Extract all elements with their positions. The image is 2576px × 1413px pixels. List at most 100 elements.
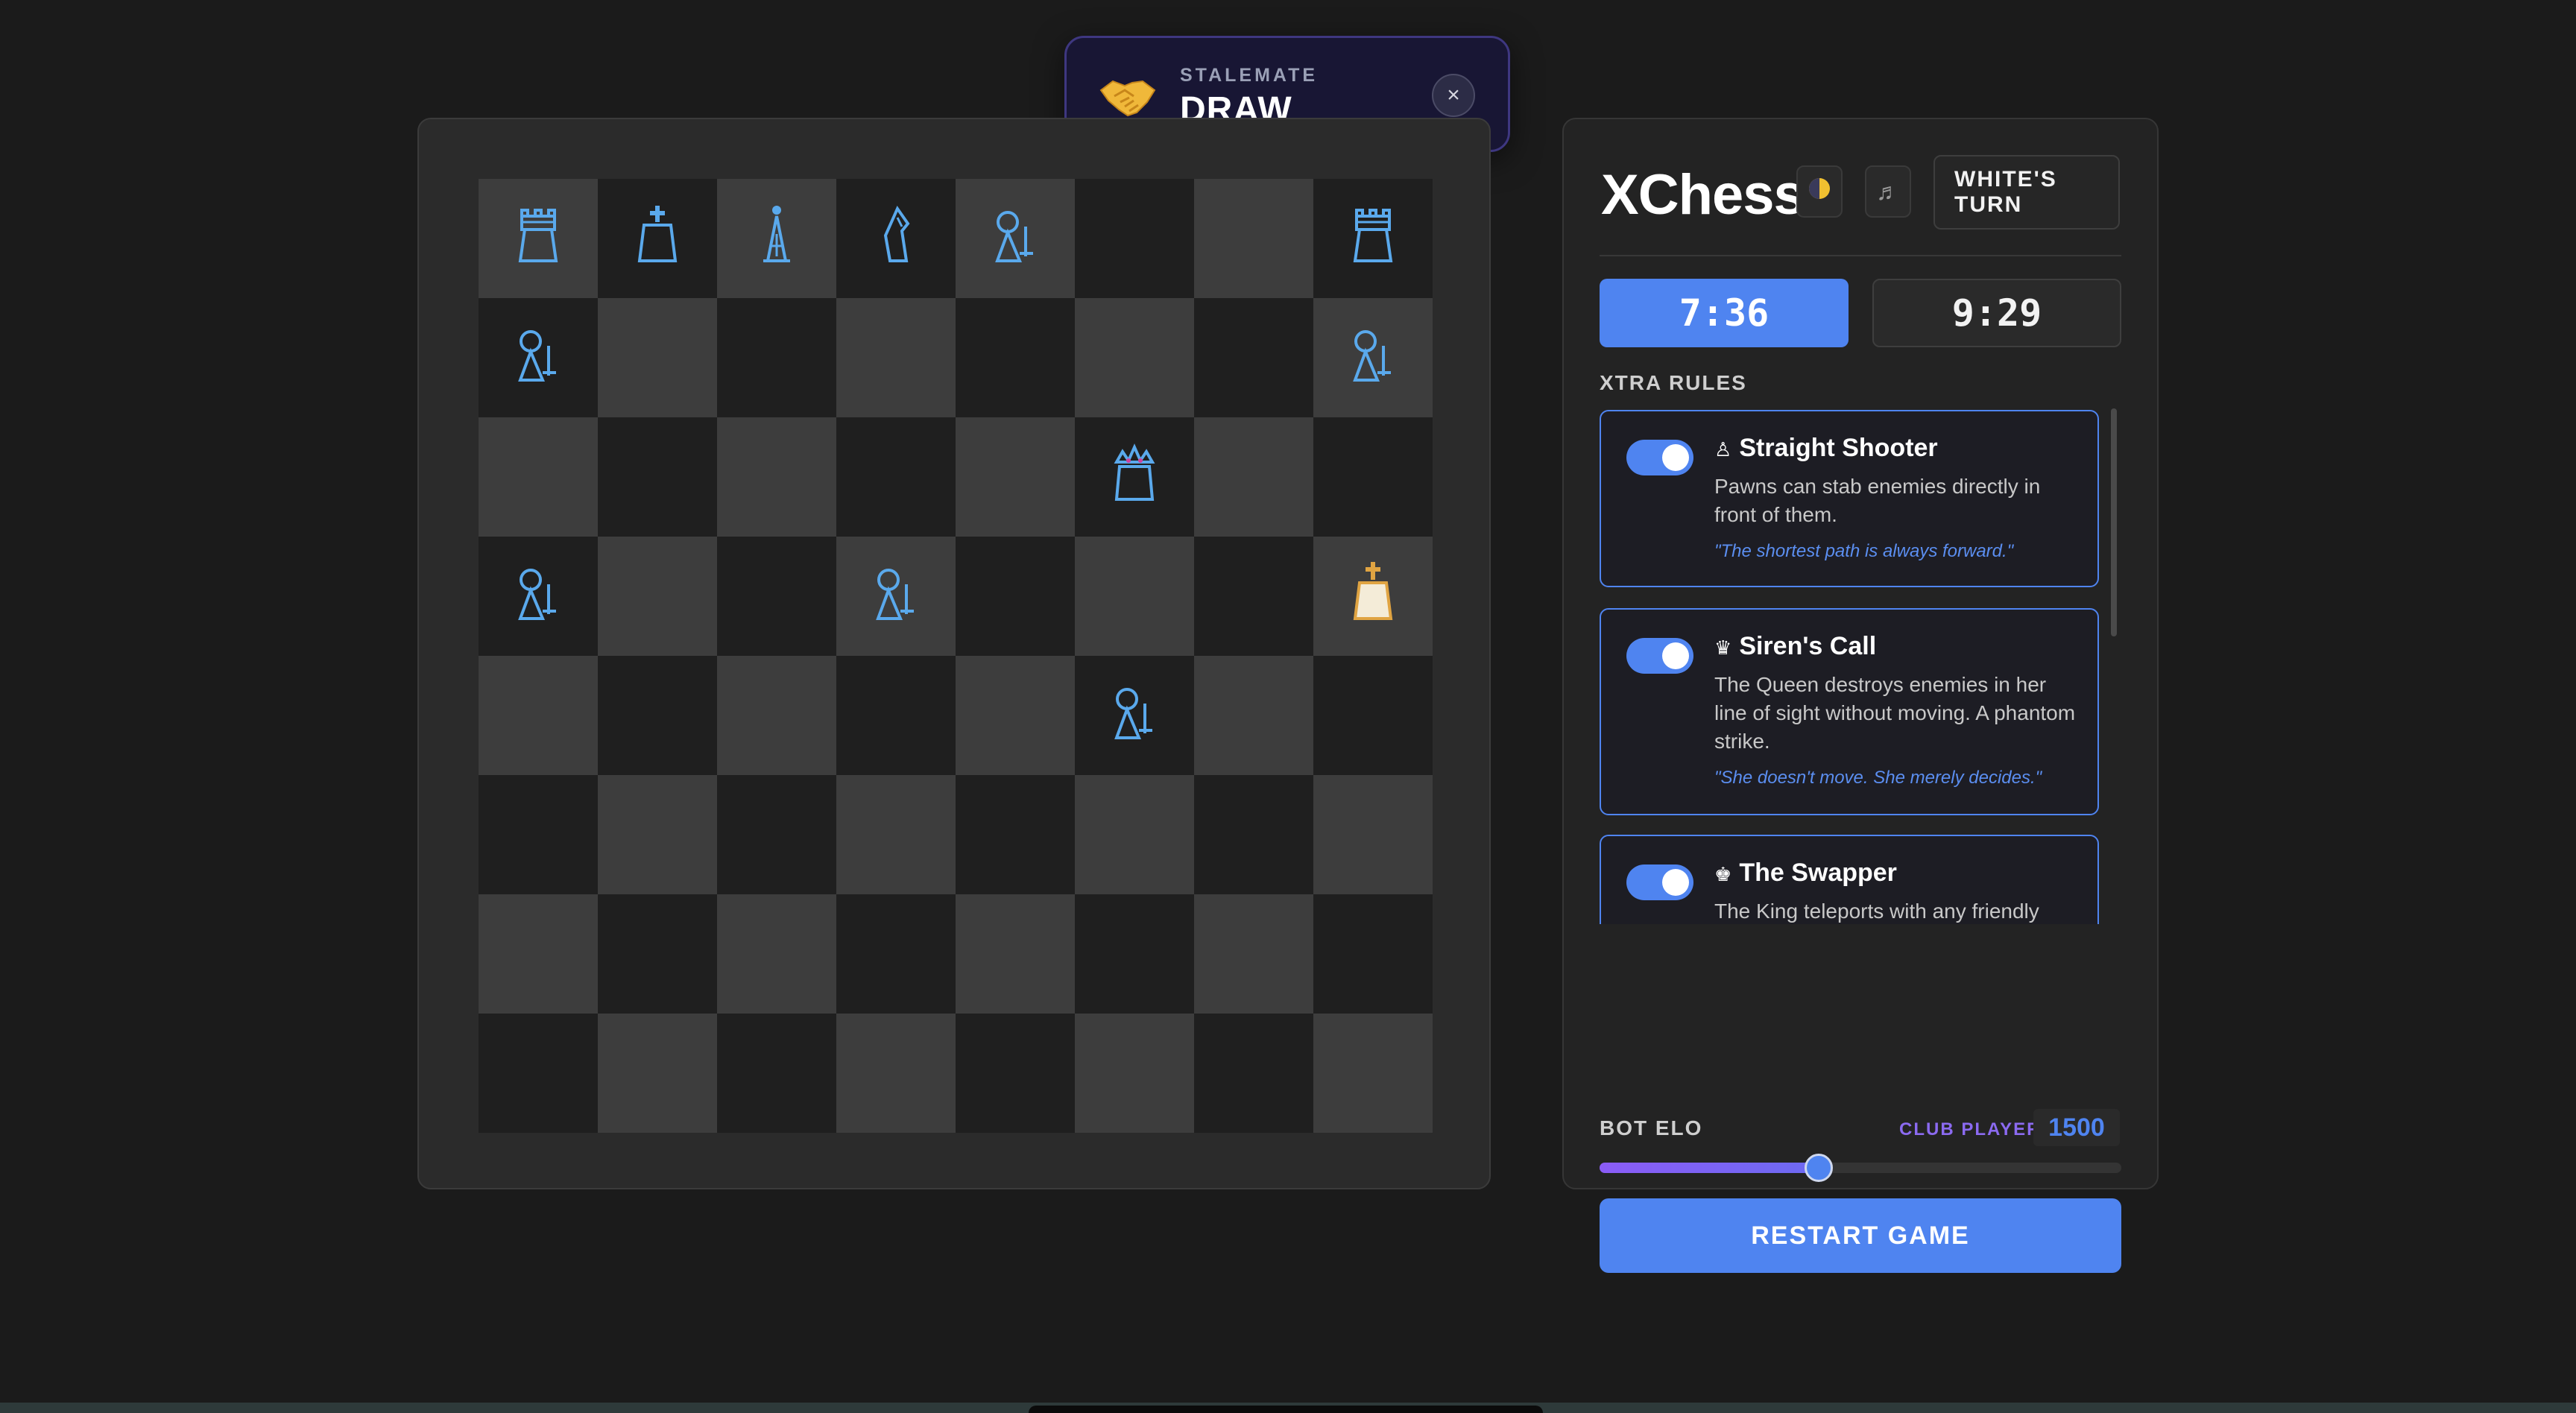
square-h3[interactable] — [1313, 775, 1433, 894]
square-h2[interactable] — [1313, 894, 1433, 1014]
square-e5[interactable] — [956, 537, 1075, 656]
square-g1[interactable] — [1194, 1014, 1313, 1133]
king-icon: ♚ — [1714, 863, 1732, 885]
chessboard[interactable] — [479, 179, 1433, 1133]
blue-pawn-piece[interactable] — [502, 559, 574, 634]
blue-pawn-piece[interactable] — [1099, 678, 1170, 753]
square-f3[interactable] — [1075, 775, 1194, 894]
blue-bishop-piece[interactable] — [741, 201, 812, 276]
square-c5[interactable] — [717, 537, 836, 656]
square-d5[interactable] — [836, 537, 956, 656]
square-a1[interactable] — [479, 1014, 598, 1133]
blue-king-piece[interactable] — [622, 201, 693, 276]
square-c2[interactable] — [717, 894, 836, 1014]
square-e4[interactable] — [956, 656, 1075, 775]
side-panel: XChess ♬ WHITE'S TURN 7:36 9:29 XTRA RUL… — [1562, 118, 2159, 1273]
square-b2[interactable] — [598, 894, 717, 1014]
square-f1[interactable] — [1075, 1014, 1194, 1133]
restart-game-button[interactable]: RESTART GAME — [1600, 1198, 2121, 1273]
square-d7[interactable] — [836, 298, 956, 417]
square-a5[interactable] — [479, 537, 598, 656]
square-g7[interactable] — [1194, 298, 1313, 417]
blue-pawn-piece[interactable] — [979, 201, 1051, 276]
gold-king-piece[interactable] — [1337, 559, 1409, 634]
square-c3[interactable] — [717, 775, 836, 894]
square-b7[interactable] — [598, 298, 717, 417]
square-e2[interactable] — [956, 894, 1075, 1014]
square-b8[interactable] — [598, 179, 717, 298]
square-b1[interactable] — [598, 1014, 717, 1133]
square-b3[interactable] — [598, 775, 717, 894]
square-d1[interactable] — [836, 1014, 956, 1133]
square-b5[interactable] — [598, 537, 717, 656]
rules-scrollbar[interactable] — [2111, 408, 2117, 636]
square-e7[interactable] — [956, 298, 1075, 417]
square-g2[interactable] — [1194, 894, 1313, 1014]
square-c7[interactable] — [717, 298, 836, 417]
blue-pawn-piece[interactable] — [502, 320, 574, 396]
square-f6[interactable] — [1075, 417, 1194, 537]
rule-card-the-swapper[interactable]: ♚ The Swapper The King teleports with any… — [1600, 835, 2099, 924]
square-b4[interactable] — [598, 656, 717, 775]
square-f7[interactable] — [1075, 298, 1194, 417]
square-f5[interactable] — [1075, 537, 1194, 656]
rule-quote: "The shortest path is always forward." — [1714, 541, 2014, 561]
blue-rook-piece[interactable] — [502, 201, 574, 276]
square-g6[interactable] — [1194, 417, 1313, 537]
rule-card-sirens-call[interactable]: ♛ Siren's Call The Queen destroys enemies… — [1600, 608, 2099, 815]
square-b6[interactable] — [598, 417, 717, 537]
square-c1[interactable] — [717, 1014, 836, 1133]
square-d2[interactable] — [836, 894, 956, 1014]
square-a6[interactable] — [479, 417, 598, 537]
blue-pawn-piece[interactable] — [1337, 320, 1409, 396]
square-g5[interactable] — [1194, 537, 1313, 656]
square-h7[interactable] — [1313, 298, 1433, 417]
rules-header: XTRA RULES — [1600, 371, 1747, 394]
square-a2[interactable] — [479, 894, 598, 1014]
rule-toggle[interactable] — [1626, 864, 1693, 900]
square-g3[interactable] — [1194, 775, 1313, 894]
blue-queen-piece[interactable] — [1099, 440, 1170, 515]
square-e8[interactable] — [956, 179, 1075, 298]
square-e6[interactable] — [956, 417, 1075, 537]
square-f4[interactable] — [1075, 656, 1194, 775]
turn-line-2: TURN — [1954, 192, 2023, 217]
blue-rook-piece[interactable] — [1337, 201, 1409, 276]
square-d8[interactable] — [836, 179, 956, 298]
square-a8[interactable] — [479, 179, 598, 298]
square-d3[interactable] — [836, 775, 956, 894]
square-g8[interactable] — [1194, 179, 1313, 298]
square-e3[interactable] — [956, 775, 1075, 894]
square-h8[interactable] — [1313, 179, 1433, 298]
square-c6[interactable] — [717, 417, 836, 537]
rules-list[interactable]: ♙ Straight Shooter Pawns can stab enemies… — [1600, 410, 2099, 924]
square-d6[interactable] — [836, 417, 956, 537]
square-h1[interactable] — [1313, 1014, 1433, 1133]
square-a3[interactable] — [479, 775, 598, 894]
toast-kicker: STALEMATE — [1180, 65, 1319, 86]
square-g4[interactable] — [1194, 656, 1313, 775]
square-a4[interactable] — [479, 656, 598, 775]
toast-close-button[interactable]: × — [1432, 74, 1475, 117]
rule-card-straight-shooter[interactable]: ♙ Straight Shooter Pawns can stab enemies… — [1600, 410, 2099, 587]
elo-slider-thumb[interactable] — [1805, 1154, 1833, 1182]
music-icon: ♬ — [1876, 177, 1900, 205]
theme-toggle-button[interactable] — [1796, 165, 1843, 218]
square-f8[interactable] — [1075, 179, 1194, 298]
square-a7[interactable] — [479, 298, 598, 417]
square-e1[interactable] — [956, 1014, 1075, 1133]
rule-toggle[interactable] — [1626, 440, 1693, 475]
blue-knight-piece[interactable] — [860, 201, 932, 276]
square-h4[interactable] — [1313, 656, 1433, 775]
rule-quote: "She doesn't move. She merely decides." — [1714, 768, 2042, 788]
sound-toggle-button[interactable]: ♬ — [1865, 165, 1911, 218]
elo-slider[interactable] — [1600, 1154, 2121, 1182]
square-c8[interactable] — [717, 179, 836, 298]
blue-pawn-piece[interactable] — [860, 559, 932, 634]
rule-toggle[interactable] — [1626, 638, 1693, 674]
square-f2[interactable] — [1075, 894, 1194, 1014]
square-h6[interactable] — [1313, 417, 1433, 537]
square-d4[interactable] — [836, 656, 956, 775]
square-c4[interactable] — [717, 656, 836, 775]
square-h5[interactable] — [1313, 537, 1433, 656]
